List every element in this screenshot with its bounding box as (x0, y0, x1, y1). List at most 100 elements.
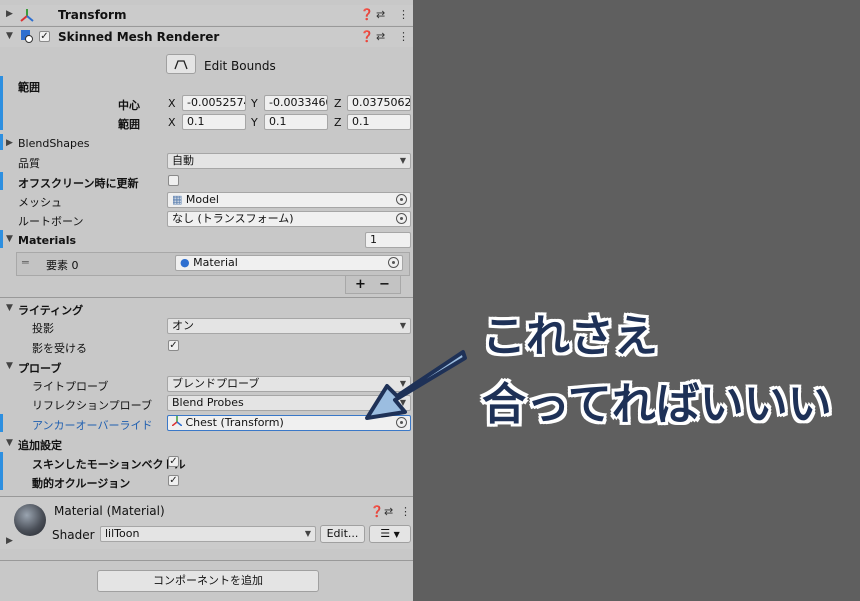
center-x-axis: X (168, 97, 176, 110)
receive-shadows-checkbox[interactable]: ✓ (168, 340, 179, 351)
enabled-checkbox[interactable]: ✓ (39, 31, 50, 42)
help-icon[interactable]: ❓ (360, 30, 374, 43)
material-preview (14, 504, 46, 536)
foldout-down-icon[interactable]: ▼ (6, 31, 13, 41)
extent-z-field[interactable]: 0.1 (347, 114, 411, 130)
rootbone-label: ルートボーン (18, 215, 84, 228)
cast-shadows-label: 投影 (32, 322, 54, 335)
help-icon[interactable]: ❓ (370, 505, 384, 518)
offscreen-checkbox[interactable] (168, 175, 179, 186)
materials-label[interactable]: Materials (18, 234, 76, 247)
extent-label: 範囲 (118, 118, 140, 131)
remove-element-button[interactable]: − (379, 277, 390, 292)
inspector-panel: ▶ Transform ❓ ⇄ ⋮ ▼ ✓ Skinned Mesh Rende… (0, 0, 413, 601)
foldout-right-icon[interactable]: ▶ (6, 138, 13, 148)
center-z-axis: Z (334, 97, 342, 110)
drag-handle-icon[interactable]: ═ (22, 256, 29, 269)
preset-icon[interactable]: ⇄ (384, 505, 393, 518)
center-y-axis: Y (251, 97, 258, 110)
extent-z-axis: Z (334, 116, 342, 129)
transform-header[interactable]: ▶ Transform ❓ ⇄ ⋮ (0, 5, 413, 25)
foldout-down-icon[interactable]: ▼ (6, 234, 13, 244)
foldout-down-icon[interactable]: ▼ (6, 361, 13, 371)
light-probes-label: ライトプローブ (32, 380, 109, 393)
mesh-label: メッシュ (18, 196, 62, 209)
more-icon[interactable]: ⋮ (400, 505, 411, 518)
renderer-title: Skinned Mesh Renderer (58, 30, 220, 44)
bounds-icon (174, 60, 188, 70)
preset-icon[interactable]: ⇄ (376, 8, 385, 21)
quality-value: 自動 (172, 154, 194, 167)
center-z-field[interactable]: 0.0375062 (347, 95, 411, 111)
shader-value: lilToon (105, 527, 140, 540)
object-picker-icon[interactable] (396, 194, 407, 205)
extent-y-axis: Y (251, 116, 258, 129)
annotation-line1: これさえ (482, 311, 658, 362)
edit-bounds-button[interactable] (166, 54, 196, 74)
foldout-down-icon[interactable]: ▼ (6, 438, 13, 448)
shader-dropdown[interactable]: lilToon ▼ (100, 526, 316, 542)
list-icon: ☰ (380, 527, 391, 540)
lighting-label[interactable]: ライティング (18, 302, 83, 318)
divider (0, 297, 413, 298)
reflection-probes-label: リフレクションプローブ (32, 399, 153, 412)
annotation-arrow-icon (365, 350, 467, 420)
transform-icon (20, 9, 34, 22)
quality-label: 品質 (18, 157, 40, 170)
override-bar (0, 172, 3, 190)
skinned-mesh-icon (21, 30, 33, 43)
override-bar (0, 452, 3, 490)
rootbone-field[interactable]: なし (トランスフォーム) (167, 211, 411, 227)
chevron-down-icon: ▼ (399, 156, 406, 165)
transform-icon (171, 416, 183, 427)
additional-settings-label[interactable]: 追加設定 (18, 437, 62, 453)
dynamic-occlusion-checkbox[interactable]: ✓ (168, 475, 179, 486)
foldout-right-icon[interactable]: ▶ (6, 536, 13, 546)
shader-options-dropdown[interactable]: ☰ ▼ (369, 525, 411, 543)
override-bar (0, 134, 3, 150)
center-label: 中心 (118, 99, 140, 112)
element0-field[interactable]: ● Material (175, 255, 403, 271)
foldout-right-icon[interactable]: ▶ (6, 9, 13, 19)
more-icon[interactable]: ⋮ (398, 30, 409, 43)
probes-label[interactable]: プローブ (18, 360, 61, 376)
anchor-override-label: アンカーオーバーライド (32, 419, 153, 432)
override-bar (0, 230, 3, 248)
center-x-field[interactable]: -0.0052574 (182, 95, 246, 111)
renderer-header[interactable]: ▼ ✓ Skinned Mesh Renderer ❓ ⇄ ⋮ (0, 27, 413, 47)
add-component-button[interactable]: コンポーネントを追加 (97, 570, 319, 592)
more-icon[interactable]: ⋮ (398, 8, 409, 21)
override-bar (0, 76, 3, 130)
bounds-label: 範囲 (18, 81, 40, 94)
override-bar (0, 414, 3, 432)
quality-dropdown[interactable]: 自動 ▼ (167, 153, 411, 169)
add-element-button[interactable]: + (355, 277, 366, 292)
motion-vectors-label: スキンしたモーションベクトル (32, 458, 186, 471)
annotation-line2: 合ってればいいい (482, 379, 832, 430)
mesh-field[interactable]: ▦ Model (167, 192, 411, 208)
rootbone-value: なし (トランスフォーム) (172, 212, 294, 225)
reflection-probes-value: Blend Probes (172, 396, 244, 409)
foldout-down-icon[interactable]: ▼ (6, 303, 13, 313)
chevron-down-icon: ▼ (304, 529, 311, 538)
preset-icon[interactable]: ⇄ (376, 30, 385, 43)
shader-edit-button[interactable]: Edit... (320, 525, 365, 543)
cast-shadows-value: オン (172, 319, 194, 332)
extent-x-field[interactable]: 0.1 (182, 114, 246, 130)
cast-shadows-dropdown[interactable]: オン ▼ (167, 318, 411, 334)
receive-shadows-label: 影を受ける (32, 342, 87, 355)
light-probes-value: ブレンドプローブ (172, 377, 260, 390)
object-picker-icon[interactable] (396, 213, 407, 224)
help-icon[interactable]: ❓ (360, 8, 374, 21)
divider (0, 560, 413, 561)
extent-y-field[interactable]: 0.1 (264, 114, 328, 130)
material-sphere-icon: ● (180, 256, 190, 269)
center-y-field[interactable]: -0.0033460 (264, 95, 328, 111)
anchor-override-value: Chest (Transform) (185, 416, 284, 429)
mesh-value: Model (185, 193, 219, 206)
motion-vectors-checkbox[interactable]: ✓ (168, 456, 179, 467)
element0-label: 要素 0 (46, 259, 79, 272)
object-picker-icon[interactable] (388, 257, 399, 268)
materials-count-field[interactable]: 1 (365, 232, 411, 248)
blendshapes-label[interactable]: BlendShapes (18, 137, 90, 150)
